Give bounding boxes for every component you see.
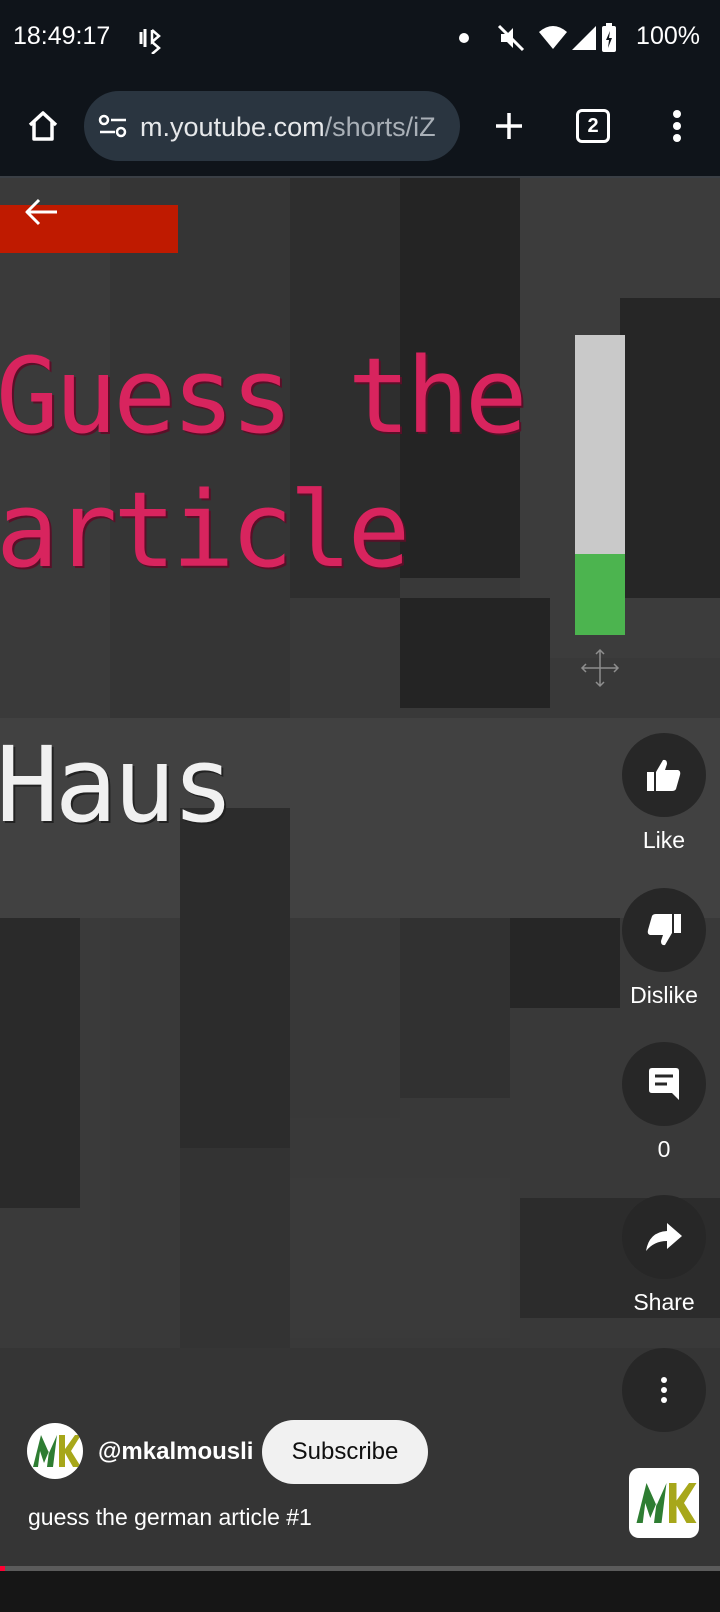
url-text[interactable]: m.youtube.com/shorts/iZ — [140, 112, 436, 143]
video-caption-line-2: article — [0, 469, 410, 591]
url-path: /shorts/iZ — [324, 112, 436, 142]
short-video-player[interactable]: Guess the article Haus Like Dislike 0 Sh… — [0, 178, 720, 1566]
more-menu-icon — [673, 110, 681, 142]
bg-block — [290, 1178, 510, 1338]
like-action[interactable]: Like — [620, 733, 708, 854]
home-icon — [28, 111, 58, 141]
bg-block — [0, 918, 80, 1208]
like-label: Like — [642, 827, 686, 853]
bg-block — [620, 298, 720, 598]
like-button[interactable] — [622, 733, 706, 817]
url-bar[interactable]: m.youtube.com/shorts/iZ — [84, 91, 460, 161]
battery-icon — [602, 23, 616, 52]
move-cross-icon — [580, 648, 620, 688]
dislike-action[interactable]: Dislike — [620, 888, 708, 1009]
dislike-button[interactable] — [622, 888, 706, 972]
thumbs-down-icon — [647, 914, 681, 946]
url-domain: m.youtube.com — [140, 112, 325, 142]
share-action[interactable]: Share — [620, 1195, 708, 1316]
bg-block — [510, 918, 620, 1008]
channel-avatar[interactable] — [27, 1423, 83, 1479]
comments-count: 0 — [657, 1136, 671, 1162]
more-actions[interactable] — [620, 1348, 708, 1432]
wifi-icon — [539, 26, 567, 49]
bg-block — [290, 918, 400, 1118]
video-word: Haus — [0, 724, 234, 846]
cell-signal-icon — [572, 26, 596, 50]
sound-logo-icon — [636, 1483, 697, 1523]
more-actions-button[interactable] — [622, 1348, 706, 1432]
share-icon — [646, 1223, 682, 1251]
battery-percent: 100% — [636, 22, 700, 50]
new-tab-icon — [496, 113, 522, 139]
bluetooth-audio-icon — [139, 29, 161, 54]
site-settings-icon[interactable] — [98, 113, 128, 139]
screen: 18:49:17 100% m.youtube.com/shorts/iZ 2 … — [0, 0, 720, 1612]
home-button[interactable] — [16, 99, 70, 153]
dot-icon — [459, 33, 469, 43]
bg-block — [180, 1148, 290, 1348]
bg-block — [400, 598, 550, 708]
status-bar: 18:49:17 100% — [0, 0, 720, 78]
comments-action[interactable]: 0 — [620, 1042, 708, 1163]
share-button[interactable] — [622, 1195, 706, 1279]
more-menu-button[interactable] — [650, 99, 704, 153]
tab-switcher-button[interactable]: 2 — [566, 99, 620, 153]
comments-button[interactable] — [622, 1042, 706, 1126]
channel-handle[interactable]: @mkalmousli — [98, 1438, 253, 1466]
status-time: 18:49:17 — [13, 22, 111, 50]
system-nav-bar — [0, 1571, 720, 1612]
answer-meter — [575, 335, 625, 635]
bg-block — [400, 918, 510, 1098]
video-title[interactable]: guess the german article #1 — [28, 1504, 312, 1531]
comment-icon — [649, 1068, 679, 1100]
sound-thumbnail[interactable] — [629, 1468, 699, 1538]
tab-switcher-icon: 2 — [576, 109, 610, 143]
more-vert-icon — [661, 1377, 667, 1403]
subscribe-button[interactable]: Subscribe — [262, 1420, 428, 1484]
new-tab-button[interactable] — [482, 99, 536, 153]
back-arrow-icon[interactable] — [24, 196, 60, 228]
answer-meter-fill — [575, 554, 625, 635]
share-label: Share — [633, 1289, 695, 1315]
mute-icon — [497, 24, 525, 52]
browser-toolbar: m.youtube.com/shorts/iZ 2 — [0, 78, 720, 178]
channel-logo-icon — [33, 1435, 81, 1467]
thumbs-up-icon — [647, 759, 681, 791]
video-caption-line-1: Guess the — [0, 335, 528, 457]
bg-block — [180, 808, 290, 1148]
dislike-label: Dislike — [630, 982, 698, 1008]
